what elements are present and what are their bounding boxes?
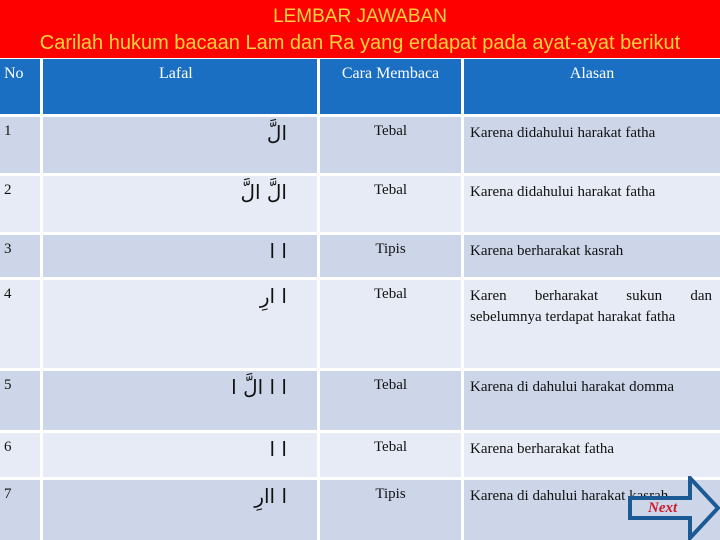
cara-membaca-text: Tebal <box>320 117 461 173</box>
lafal-text: ا ا الَّ ا <box>43 371 317 430</box>
row-number: 5 <box>0 371 40 430</box>
answer-table: No Lafal Cara Membaca Alasan 1 الَّ Teba… <box>0 59 720 540</box>
lafal-text: الَّ <box>43 117 317 173</box>
row-number: 6 <box>0 433 40 477</box>
alasan-text: Karena berharakat fatha <box>464 433 720 477</box>
cara-membaca-text: Tebal <box>320 433 461 477</box>
alasan-text: Karena didahului harakat fatha <box>464 117 720 173</box>
row-number: 4 <box>0 280 40 368</box>
row-number: 3 <box>0 235 40 277</box>
row-number: 2 <box>0 176 40 232</box>
lafal-text: ا ا <box>43 433 317 477</box>
row-number: 1 <box>0 117 40 173</box>
title-banner: LEMBAR JAWABAN Carilah hukum bacaan Lam … <box>0 0 720 58</box>
page-title: LEMBAR JAWABAN <box>273 6 447 27</box>
header-cara-membaca: Cara Membaca <box>320 59 461 114</box>
alasan-text: Karen berharakat sukun dan sebelumnya te… <box>464 280 720 368</box>
cara-membaca-text: Tebal <box>320 280 461 368</box>
lafal-text: ا ا <box>43 235 317 277</box>
lafal-text: ا اارِ <box>43 480 317 540</box>
cara-membaca-text: Tipis <box>320 480 461 540</box>
lafal-text: ا ارِ <box>43 280 317 368</box>
next-label: Next <box>648 500 678 516</box>
cara-membaca-text: Tebal <box>320 371 461 430</box>
row-number: 7 <box>0 480 40 540</box>
header-lafal: Lafal <box>43 59 317 114</box>
header-no: No <box>0 59 40 114</box>
instruction-text: Carilah hukum bacaan Lam dan Ra yang erd… <box>39 32 681 54</box>
header-alasan: Alasan <box>464 59 720 114</box>
next-button[interactable]: Next <box>628 476 720 540</box>
alasan-text: Karena di dahului harakat domma <box>464 371 720 430</box>
alasan-text: Karena didahului harakat fatha <box>464 176 720 232</box>
cara-membaca-text: Tebal <box>320 176 461 232</box>
lafal-text: الَّ الَّ <box>43 176 317 232</box>
alasan-text: Karena berharakat kasrah <box>464 235 720 277</box>
cara-membaca-text: Tipis <box>320 235 461 277</box>
